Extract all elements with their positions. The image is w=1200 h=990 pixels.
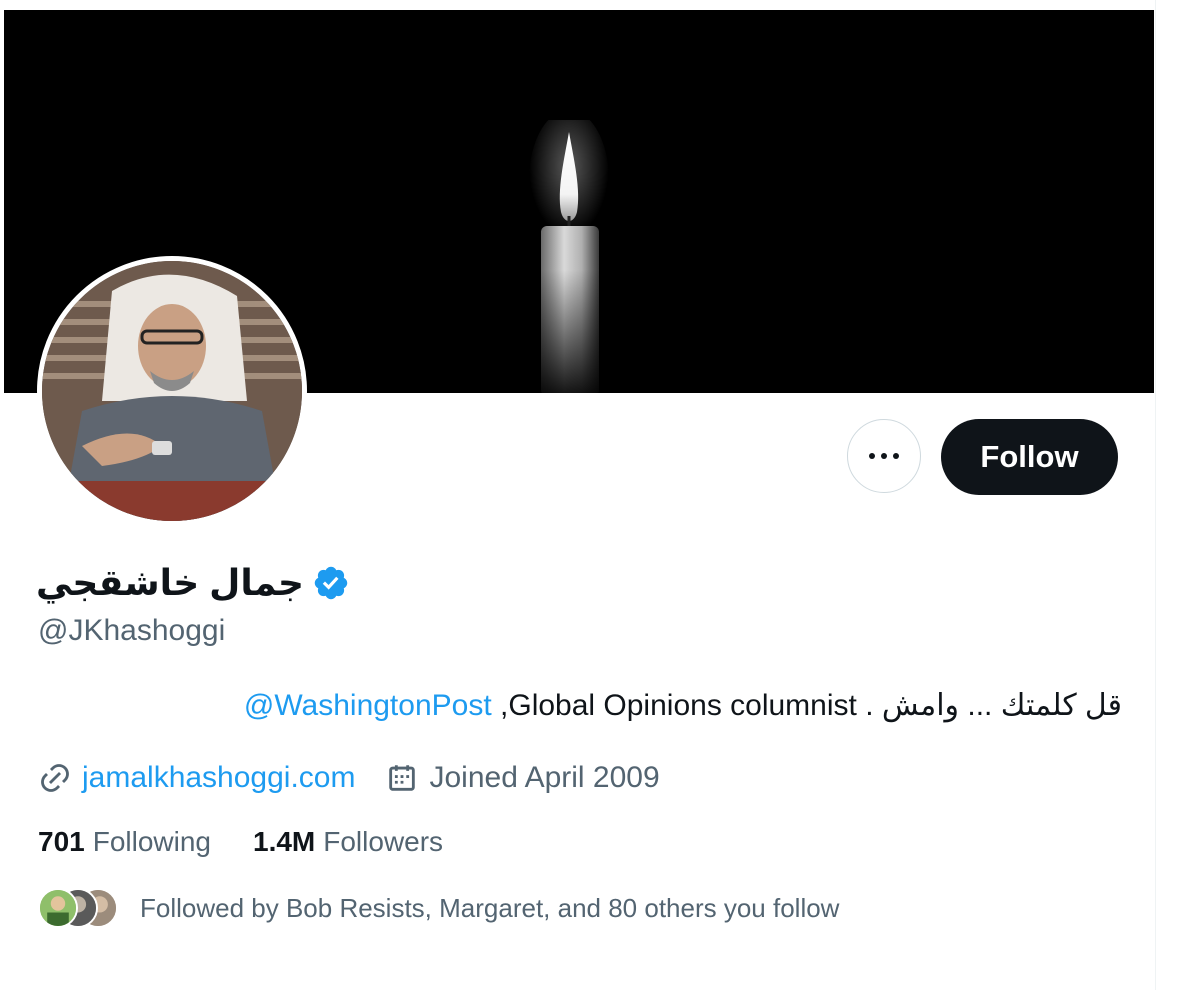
more-options-button[interactable] — [847, 419, 921, 493]
following-link[interactable]: 701 Following — [38, 826, 211, 858]
bio-text: Global Opinions columnist — [508, 689, 857, 722]
more-horizontal-icon — [869, 453, 899, 459]
calendar-icon — [389, 765, 416, 791]
profile-bio: @WashingtonPost ,Global Opinions columni… — [212, 688, 1122, 723]
follow-button[interactable]: Follow — [941, 419, 1118, 495]
follower-avatar — [38, 888, 78, 928]
profile-avatar[interactable] — [37, 256, 307, 526]
profile-handle: @JKhashoggi — [38, 614, 226, 647]
followers-label: Followers — [323, 826, 444, 857]
following-label: Following — [92, 826, 211, 857]
link-icon — [41, 764, 69, 792]
followers-link[interactable]: 1.4M Followers — [253, 826, 443, 858]
profile-meta: jamalkhashoggi.com Joined April 2009 — [38, 756, 660, 800]
joined-item: Joined April 2009 — [385, 761, 660, 795]
followers-count: 1.4M — [253, 826, 316, 857]
website-link[interactable]: jamalkhashoggi.com — [82, 761, 355, 795]
joined-date: Joined April 2009 — [429, 761, 660, 794]
display-name: جمال خاشقجي — [36, 562, 304, 603]
bio-arabic-text: قل كلمتك ... وامش . — [865, 689, 1122, 722]
followed-by-text: Followed by Bob Resists, Margaret, and 8… — [140, 892, 840, 923]
bio-mention-link[interactable]: @WashingtonPost — [244, 689, 492, 722]
candle-image — [529, 120, 609, 393]
followers-you-know-avatars — [38, 886, 120, 930]
verified-badge-icon[interactable] — [312, 564, 350, 602]
follow-stats: 701 Following 1.4M Followers — [38, 826, 443, 858]
followed-by-row[interactable]: Followed by Bob Resists, Margaret, and 8… — [38, 886, 839, 930]
profile-page: Follow جمال خاشقجي @JKhashoggi @Washingt… — [0, 0, 1156, 990]
following-count: 701 — [38, 826, 85, 857]
website-item[interactable]: jamalkhashoggi.com — [38, 761, 355, 795]
display-name-row: جمال خاشقجي — [36, 558, 350, 608]
avatar-photo — [42, 261, 302, 521]
follow-button-label: Follow — [980, 439, 1079, 474]
